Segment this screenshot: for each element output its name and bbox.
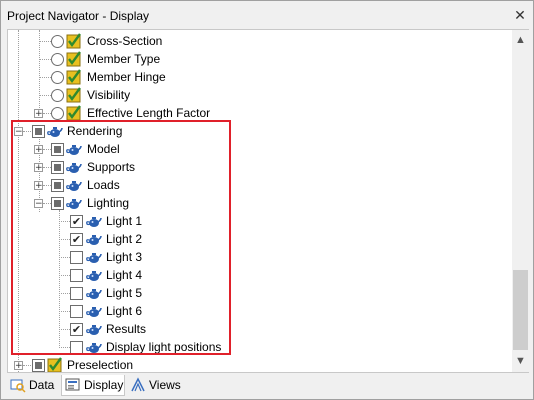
tree-line bbox=[39, 41, 51, 42]
radio-button[interactable] bbox=[51, 35, 64, 48]
tab-data[interactable]: Data bbox=[7, 375, 55, 395]
tab-label: Views bbox=[149, 378, 181, 392]
scroll-up-icon[interactable]: ▲ bbox=[512, 32, 529, 49]
radio-button[interactable] bbox=[51, 53, 64, 66]
tree-item-label: Preselection bbox=[67, 358, 134, 372]
tree-line bbox=[39, 95, 51, 96]
tree-line bbox=[43, 113, 51, 114]
tree-item-label: Member Type bbox=[87, 52, 161, 66]
radio-button[interactable] bbox=[51, 89, 64, 102]
navigator-tabs: Data Display Views bbox=[1, 373, 533, 399]
partial-checkbox[interactable] bbox=[32, 359, 45, 372]
check-icon bbox=[47, 357, 62, 372]
check-icon bbox=[66, 105, 81, 121]
check-icon bbox=[66, 69, 81, 85]
tree-item-label: Visibility bbox=[87, 88, 131, 102]
tree-item-preselection[interactable]: + Preselection bbox=[8, 356, 508, 372]
project-navigator-window: Project Navigator - Display ✕ Cross-Sect… bbox=[0, 0, 534, 400]
window-title: Project Navigator - Display bbox=[7, 9, 150, 23]
radio-button[interactable] bbox=[51, 107, 64, 120]
tree-item-member-type[interactable]: Member Type bbox=[8, 50, 508, 68]
check-icon bbox=[66, 87, 81, 103]
tree-item-label: Member Hinge bbox=[87, 70, 166, 84]
tree-item-member-hinge[interactable]: Member Hinge bbox=[8, 68, 508, 86]
tree-item-label: Cross-Section bbox=[87, 34, 163, 48]
expand-icon[interactable]: + bbox=[34, 109, 43, 119]
views-icon bbox=[131, 377, 145, 392]
tree-line bbox=[39, 77, 51, 78]
tab-label: Data bbox=[29, 378, 55, 392]
tab-display[interactable]: Display bbox=[61, 375, 125, 396]
tree-item-label: Effective Length Factor bbox=[87, 106, 211, 120]
close-icon[interactable]: ✕ bbox=[511, 6, 529, 24]
check-icon bbox=[66, 51, 81, 67]
check-icon bbox=[66, 33, 81, 49]
radio-button[interactable] bbox=[51, 71, 64, 84]
title-bar: Project Navigator - Display ✕ bbox=[1, 1, 533, 29]
scroll-thumb[interactable] bbox=[513, 270, 528, 350]
highlight-box bbox=[11, 120, 231, 355]
tree-item-visibility[interactable]: Visibility bbox=[8, 86, 508, 104]
tree-item-cross-section[interactable]: Cross-Section bbox=[8, 32, 508, 50]
tree-line bbox=[39, 59, 51, 60]
data-icon bbox=[10, 379, 26, 393]
vertical-scrollbar[interactable]: ▲ ▼ bbox=[512, 29, 529, 373]
display-icon bbox=[65, 378, 80, 391]
tree-line bbox=[23, 365, 31, 366]
expand-icon[interactable]: + bbox=[14, 361, 23, 371]
scroll-down-icon[interactable]: ▼ bbox=[512, 353, 529, 370]
tab-label: Display bbox=[84, 378, 124, 392]
tab-views[interactable]: Views bbox=[127, 375, 183, 395]
